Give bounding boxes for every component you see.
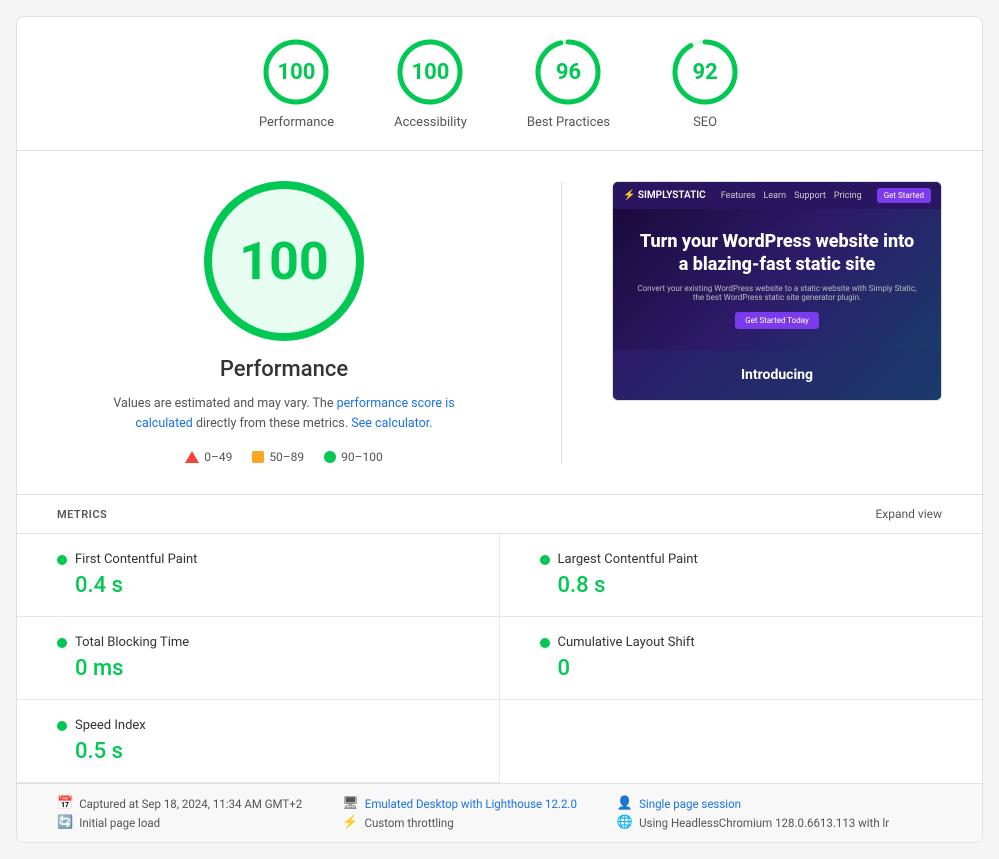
footer-page-load: 🔄 Initial page load [57,815,302,830]
footer-col-1: 📅 Captured at Sep 18, 2024, 11:34 AM GMT… [57,796,302,830]
footer-captured: 📅 Captured at Sep 18, 2024, 11:34 AM GMT… [57,796,302,811]
legend-poor-label: 0–49 [204,450,232,464]
metrics-grid: First Contentful Paint 0.4 s Largest Con… [17,533,982,783]
screenshot-bottom: Introducing [613,350,941,400]
user-icon: 👤 [617,796,633,811]
screenshot-sub-text: Convert your existing WordPress website … [633,284,921,302]
dot-icon [324,451,336,463]
metric-value-2: 0 ms [57,656,459,681]
footer-col-3: 👤 Single page session 🌐 Using HeadlessCh… [617,796,889,830]
screenshot-intro-text: Introducing [741,367,813,383]
legend-moderate: 50–89 [252,450,304,464]
metric-name-3: Cumulative Layout Shift [558,635,695,650]
expand-view-button[interactable]: Expand view [875,507,942,521]
score-item-accessibility: 100 Accessibility [394,37,467,130]
metric-name-row-4: Speed Index [57,718,459,733]
metric-name-1: Largest Contentful Paint [558,552,698,567]
legend-moderate-label: 50–89 [269,450,304,464]
big-score-value: 100 [239,231,329,292]
legend-good: 90–100 [324,450,383,464]
screenshot-logo: ⚡ SIMPLYSTATIC [623,190,706,201]
reload-icon: 🔄 [57,815,73,830]
right-panel: ⚡ SIMPLYSTATIC Features Learn Support Pr… [612,181,942,464]
desktop-icon: 🖥 [342,796,359,811]
calculator-link[interactable]: See calculator. [351,416,432,431]
score-value-accessibility: 100 [412,60,450,85]
session-link[interactable]: Single page session [639,797,741,811]
score-item-seo: 92 SEO [670,37,740,130]
left-panel: 100 Performance Values are estimated and… [57,181,511,464]
metric-name-row-2: Total Blocking Time [57,635,459,650]
score-circle-seo: 92 [670,37,740,107]
metric-name-2: Total Blocking Time [75,635,189,650]
vertical-divider [561,181,562,464]
footer-session: 👤 Single page session [617,796,889,811]
metrics-title: METRICS [57,508,107,521]
footer-col-2: 🖥 Emulated Desktop with Lighthouse 12.2.… [342,796,577,830]
metrics-section: METRICS Expand view First Contentful Pai… [17,494,982,783]
metric-name-row-1: Largest Contentful Paint [540,552,943,567]
metric-dot-0 [57,555,67,565]
metric-item-0: First Contentful Paint 0.4 s [17,534,500,617]
metric-item-1: Largest Contentful Paint 0.8 s [500,534,983,617]
metric-item-2: Total Blocking Time 0 ms [17,617,500,700]
score-circle-accessibility: 100 [395,37,465,107]
score-label-performance: Performance [259,115,334,130]
score-value-seo: 92 [692,60,717,85]
metric-name-row-3: Cumulative Layout Shift [540,635,943,650]
legend-good-label: 90–100 [341,450,383,464]
footer-lighthouse: 🖥 Emulated Desktop with Lighthouse 12.2.… [342,796,577,811]
footer-throttling: ⚡ Custom throttling [342,815,577,830]
metric-name-4: Speed Index [75,718,146,733]
screenshot-hero-cta: Get Started Today [735,312,819,329]
screenshot-cta-button: Get Started [877,188,931,203]
score-value-performance: 100 [278,60,316,85]
metrics-header: METRICS Expand view [17,494,982,533]
square-icon [252,451,264,463]
score-value-best-practices: 96 [556,60,581,85]
main-card: 100 Performance 100 Accessibility 96 Bes… [16,16,983,843]
metric-name-0: First Contentful Paint [75,552,197,567]
main-content: 100 Performance Values are estimated and… [17,151,982,494]
screenshot-nav: ⚡ SIMPLYSTATIC Features Learn Support Pr… [613,182,941,209]
score-circle-best-practices: 96 [533,37,603,107]
metric-value-0: 0.4 s [57,573,459,598]
metric-name-row-0: First Contentful Paint [57,552,459,567]
big-score-circle: 100 [204,181,364,341]
metric-value-1: 0.8 s [540,573,943,598]
score-label-seo: SEO [693,115,717,130]
screenshot-hero-title: Turn your WordPress website into a blazi… [633,230,921,277]
lighthouse-link[interactable]: Emulated Desktop with Lighthouse 12.2.0 [365,797,577,811]
score-label-best-practices: Best Practices [527,115,610,130]
calendar-icon: 📅 [57,796,73,811]
website-screenshot: ⚡ SIMPLYSTATIC Features Learn Support Pr… [612,181,942,401]
legend-poor: 0–49 [185,450,232,464]
performance-description: Values are estimated and may vary. The p… [84,394,484,434]
screenshot-nav-links: Features Learn Support Pricing [721,191,862,201]
globe-icon: 🌐 [617,815,633,830]
footer-bar: 📅 Captured at Sep 18, 2024, 11:34 AM GMT… [17,783,982,842]
metric-item-4: Speed Index 0.5 s [17,700,500,783]
score-item-performance: 100 Performance [259,37,334,130]
metric-dot-1 [540,555,550,565]
score-label-accessibility: Accessibility [394,115,467,130]
footer-browser: 🌐 Using HeadlessChromium 128.0.6613.113 … [617,815,889,830]
metric-dot-2 [57,638,67,648]
metric-value-3: 0 [540,656,943,681]
screenshot-hero: Turn your WordPress website into a blazi… [613,209,941,350]
score-item-best-practices: 96 Best Practices [527,37,610,130]
metric-value-4: 0.5 s [57,739,459,764]
scores-bar: 100 Performance 100 Accessibility 96 Bes… [17,17,982,151]
performance-title: Performance [220,357,348,382]
score-legend: 0–49 50–89 90–100 [185,450,383,464]
metric-dot-4 [57,721,67,731]
score-circle-performance: 100 [261,37,331,107]
throttle-icon: ⚡ [342,815,358,830]
triangle-icon [185,451,199,463]
metric-dot-3 [540,638,550,648]
metric-item-3: Cumulative Layout Shift 0 [500,617,983,700]
